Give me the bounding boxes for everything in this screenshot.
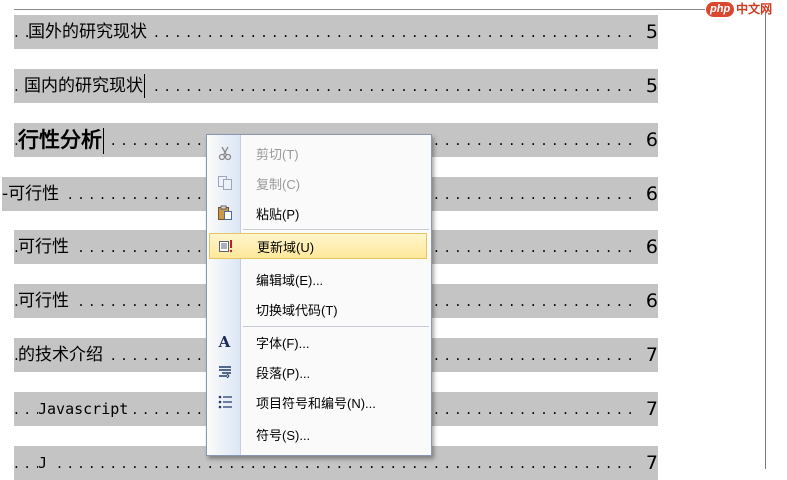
menu-item-update-field[interactable]: 更新域(U) [209, 233, 427, 259]
site-watermark: php 中文网 [706, 1, 772, 18]
toc-entry-title: 可行性 [18, 230, 73, 264]
menu-item-edit-field[interactable]: 编辑域(E)... [209, 266, 427, 292]
toc-entry-title: 行性分析 [18, 123, 108, 157]
menu-item-label: 剪切(T) [256, 146, 299, 162]
menu-item-cut[interactable]: 剪切(T) [209, 140, 427, 166]
watermark-site-name: 中文网 [736, 2, 773, 16]
menu-item-label: 项目符号和编号(N)... [256, 395, 376, 411]
scissors-icon [209, 140, 240, 166]
watermark-badge: php [706, 2, 735, 17]
paste-icon [209, 200, 240, 226]
menu-separator [243, 229, 429, 230]
menu-item-label: 符号(S)... [256, 427, 311, 443]
menu-item-label: 复制(C) [256, 176, 301, 192]
font-icon: A [218, 333, 231, 351]
context-menu: 剪切(T) 复制(C) 粘贴(P) 更新域(U) 编辑域(E)... 切换域代码… [206, 134, 432, 456]
menu-item-symbol[interactable]: 符号(S)... [209, 421, 427, 447]
bullets-icon [209, 389, 240, 415]
toc-entry-title: -可行性 [2, 177, 64, 211]
menu-item-paste[interactable]: 粘贴(P) [209, 200, 427, 226]
menu-item-label: 切换域代码(T) [256, 302, 338, 318]
text-caret [103, 128, 104, 154]
menu-item-label: 编辑域(E)... [256, 272, 324, 288]
page-right-margin-line [765, 12, 766, 469]
toc-entry-title: 国外的研究现状 [28, 15, 151, 49]
menu-item-copy[interactable]: 复制(C) [209, 170, 427, 196]
menu-item-paragraph[interactable]: 段落(P)... [209, 359, 427, 385]
paragraph-icon [209, 359, 240, 385]
toc-page-number: 6 [639, 284, 658, 318]
menu-item-label: 字体(F)... [256, 335, 310, 351]
menu-item-toggle-field-codes[interactable]: 切换域代码(T) [209, 296, 427, 322]
menu-item-label: 粘贴(P) [256, 206, 300, 222]
toc-page-number: 6 [639, 230, 658, 264]
menu-item-bullets-numbering[interactable]: 项目符号和编号(N)... [209, 389, 427, 415]
toc-entry-title: Javascript [38, 392, 133, 426]
toc-entry[interactable]: 国内的研究现状 ................................… [14, 69, 658, 103]
toc-page-number: 7 [639, 338, 658, 372]
menu-item-label: 更新域(U) [257, 239, 315, 255]
menu-item-label: 段落(P)... [256, 365, 311, 381]
toc-entry-title: 的技术介绍 [18, 338, 107, 372]
update-field-icon [210, 233, 241, 259]
text-caret [144, 74, 145, 98]
toc-page-number: 5 [639, 15, 658, 49]
toc-page-number: 5 [639, 69, 658, 103]
menu-item-font[interactable]: A 字体(F)... [209, 329, 427, 355]
toc-entry-title: J [38, 446, 52, 480]
toc-entry-title: 可行性 [18, 284, 73, 318]
copy-icon [209, 170, 240, 196]
toc-page-number: 7 [639, 446, 658, 480]
toc-page-number: 6 [639, 177, 658, 211]
toc-page-number: 6 [639, 123, 658, 157]
toc-entry[interactable]: 国外的研究现状 ................................… [14, 15, 658, 49]
page-top-border [14, 9, 705, 10]
toc-entry-title: 国内的研究现状 [24, 69, 149, 103]
menu-separator [243, 326, 429, 327]
toc-page-number: 7 [639, 392, 658, 426]
